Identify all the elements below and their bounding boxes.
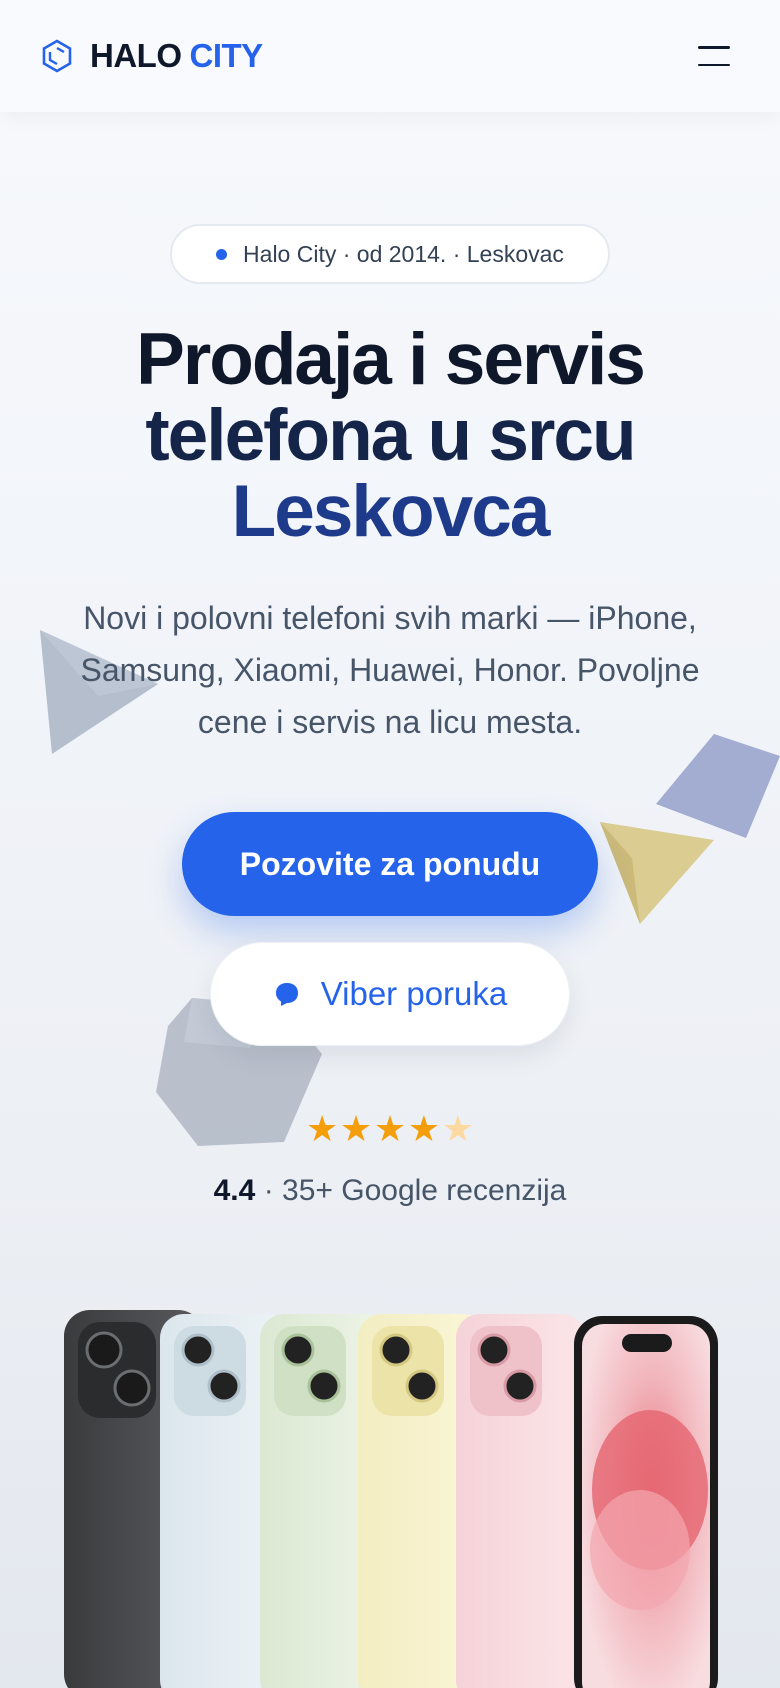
location-badge: Halo City · od 2014. · Leskovac bbox=[170, 224, 610, 284]
star-icon: ★ bbox=[373, 1109, 407, 1150]
call-for-offer-button[interactable]: Pozovite za ponudu bbox=[182, 812, 598, 916]
rating-text: · 35+ Google recenzija bbox=[263, 1174, 567, 1207]
chat-bubble-icon bbox=[275, 983, 298, 1006]
badge-text: Halo City · od 2014. · Leskovac bbox=[243, 240, 564, 267]
viber-button-label: Viber poruka bbox=[320, 975, 508, 1012]
brand-name: HALO CITY bbox=[90, 37, 263, 75]
viber-message-button[interactable]: Viber poruka bbox=[210, 942, 570, 1046]
star-icon: ★ bbox=[306, 1109, 339, 1150]
hero-title-line-1: Prodaja i servis bbox=[136, 319, 646, 400]
badge-dot-icon bbox=[216, 248, 228, 260]
site-header: HALO CITY bbox=[0, 0, 780, 112]
menu-line bbox=[698, 63, 730, 66]
hexagon-logo-icon bbox=[42, 39, 72, 73]
brand-name-second: CITY bbox=[189, 37, 264, 74]
menu-line bbox=[698, 46, 730, 49]
google-rating: 4.4 · 35+ Google recenzija bbox=[40, 1174, 740, 1208]
decorative-pyramid-shape bbox=[600, 822, 714, 924]
hero-title: Prodaja i servis telefona u srcu Leskovc… bbox=[40, 322, 740, 550]
brand-logo[interactable]: HALO CITY bbox=[40, 37, 263, 75]
hero-subtitle: Novi i polovni telefoni svih marki — iPh… bbox=[80, 600, 700, 740]
hamburger-menu-icon[interactable] bbox=[698, 44, 730, 68]
star-icon: ★ bbox=[407, 1109, 441, 1150]
star-icon: ★ bbox=[339, 1109, 373, 1150]
hero-title-line-3: Leskovca bbox=[231, 471, 551, 552]
iphone-lineup-image bbox=[64, 1310, 718, 1688]
call-button-label: Pozovite za ponudu bbox=[239, 845, 541, 882]
hero-title-line-2: telefona u srcu bbox=[145, 395, 636, 476]
brand-name-first: HALO bbox=[90, 37, 182, 74]
rating-stars: ★ ★ ★ ★ ★ bbox=[306, 1110, 474, 1150]
rating-score: 4.4 bbox=[213, 1174, 256, 1207]
star-partial-icon: ★ bbox=[441, 1109, 474, 1150]
